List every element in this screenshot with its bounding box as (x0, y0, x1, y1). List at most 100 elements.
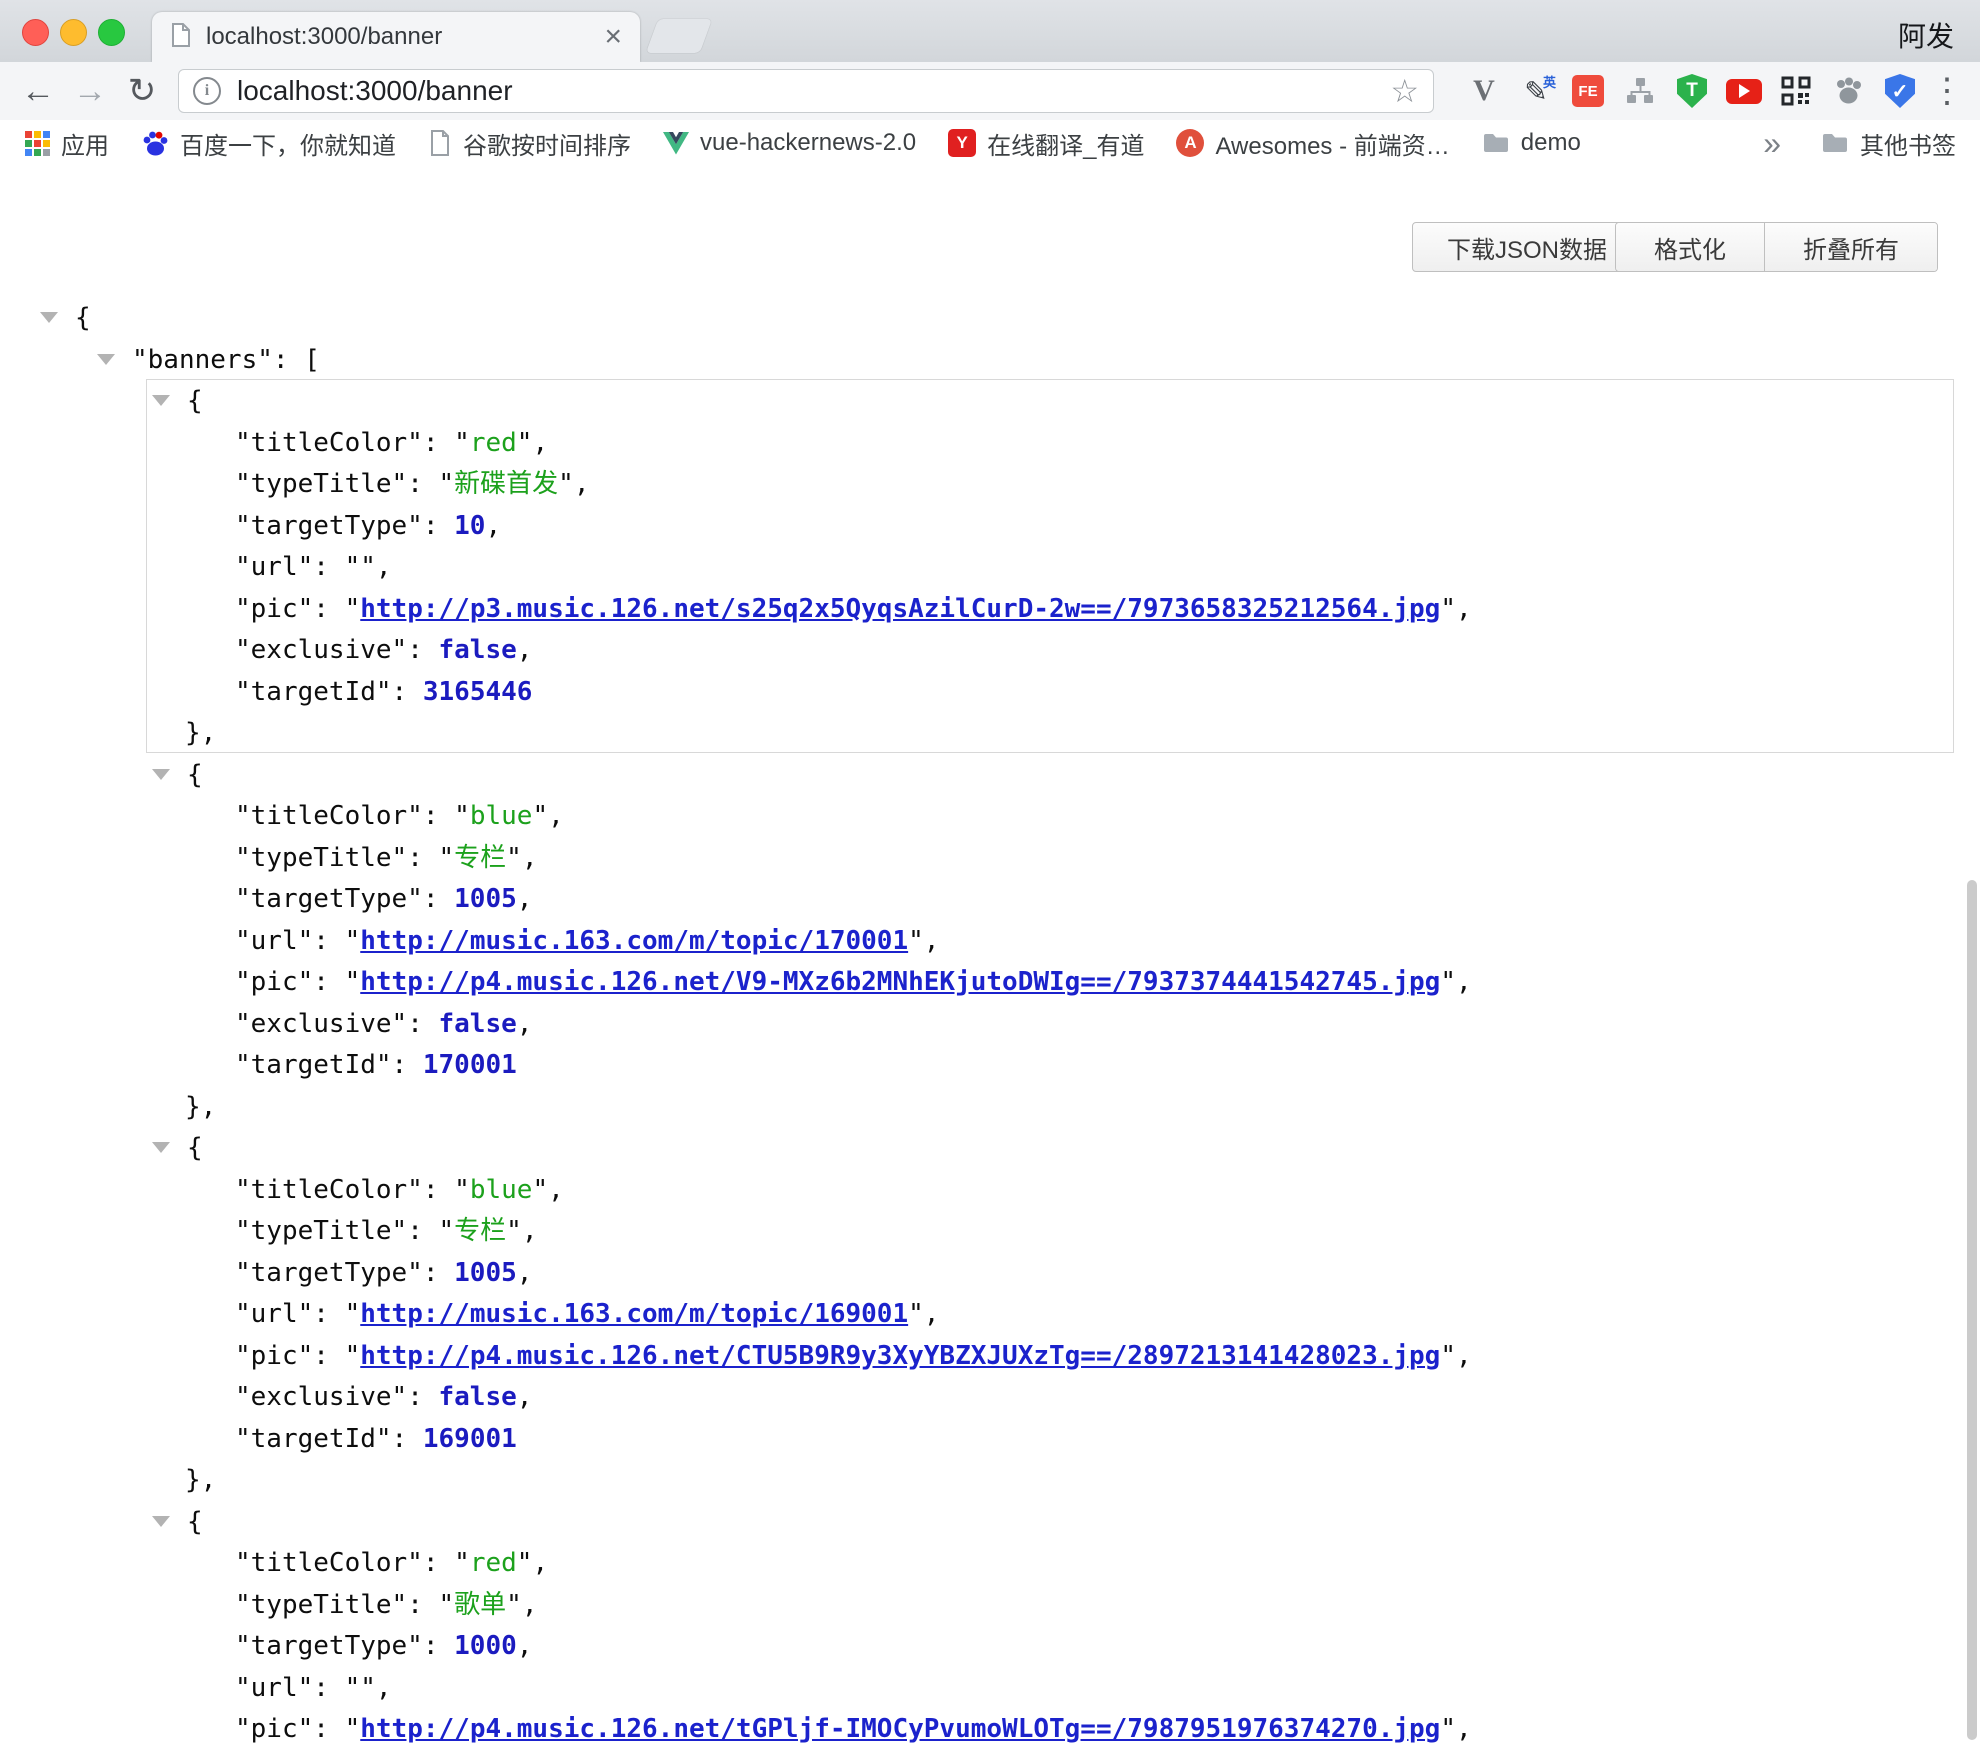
page-content: 下载JSON数据 格式化 折叠所有 {"banners": [{"titleCo… (0, 166, 1980, 1754)
collapse-toggle-icon[interactable] (97, 354, 115, 365)
minimize-window-button[interactable] (60, 19, 87, 46)
bookmark-label: vue-hackernews-2.0 (700, 129, 916, 157)
bookmarks-overflow-icon[interactable]: » (1763, 125, 1781, 162)
play-icon (1739, 84, 1750, 98)
json-property: "typeTitle": "新碟首发", (0, 464, 1980, 506)
json-property: "targetType": 1000, (0, 1626, 1980, 1668)
tab-close-icon[interactable]: × (604, 22, 622, 52)
folder-icon (1482, 131, 1510, 155)
json-property: "url": "", (0, 547, 1980, 589)
json-property: "targetId": 170001 (0, 1045, 1980, 1087)
json-property: "targetId": 169001 (0, 1419, 1980, 1461)
vue-logo-icon (663, 132, 689, 155)
json-property: "titleColor": "red", (0, 423, 1980, 465)
json-object: {"titleColor": "blue","typeTitle": "专栏",… (0, 1128, 1980, 1502)
bookmark-item[interactable]: A Awesomes - 前端资… (1176, 126, 1449, 161)
json-property: "exclusive": false, (0, 1377, 1980, 1419)
json-link[interactable]: http://music.163.com/m/topic/170001 (360, 926, 908, 956)
forward-button[interactable]: → (64, 74, 116, 108)
profile-name: 阿发 (1898, 15, 1954, 55)
bookmark-label: 百度一下，你就知道 (180, 126, 396, 161)
page-icon (170, 22, 192, 53)
browser-tab[interactable]: localhost:3000/banner × (152, 12, 640, 62)
collapse-toggle-icon[interactable] (40, 312, 58, 323)
browser-window: localhost:3000/banner × 阿发 ← → ↻ i local… (0, 0, 1980, 1754)
address-bar[interactable]: i localhost:3000/banner ☆ (178, 69, 1434, 113)
collaboration-extension-icon[interactable] (1622, 72, 1658, 110)
json-object-open: { (0, 755, 1980, 797)
bookmark-favicon: A (1176, 129, 1204, 157)
bookmark-item[interactable]: vue-hackernews-2.0 (663, 129, 916, 157)
bookmark-favicon: Y (948, 129, 976, 157)
folder-icon (1821, 131, 1849, 155)
new-tab-button[interactable] (646, 19, 712, 53)
qr-code-extension-icon[interactable] (1778, 72, 1814, 110)
bookmark-star-icon[interactable]: ☆ (1390, 75, 1419, 107)
bookmark-item[interactable]: Y 在线翻译_有道 (948, 126, 1144, 161)
reload-button[interactable]: ↻ (116, 74, 168, 108)
youtube-extension-icon[interactable] (1726, 72, 1762, 110)
format-button[interactable]: 格式化 (1616, 223, 1764, 271)
shield-check-extension-icon[interactable]: ✓ (1882, 72, 1918, 110)
json-property: "targetId": 3165446 (0, 672, 1980, 714)
apps-label: 应用 (61, 126, 109, 161)
json-property: "titleColor": "blue", (0, 1170, 1980, 1212)
json-object-open: { (0, 1502, 1980, 1544)
collapse-toggle-icon[interactable] (152, 769, 170, 780)
bookmark-item[interactable]: demo (1482, 129, 1581, 157)
apps-grid-icon (24, 130, 50, 156)
json-property: "targetType": 1005, (0, 879, 1980, 921)
fe-extension-icon[interactable]: FE (1570, 72, 1606, 110)
json-viewer: {"banners": [{"titleColor": "red","typeT… (0, 298, 1980, 1754)
scrollbar-thumb[interactable] (1967, 880, 1977, 1740)
json-property: "url": "http://music.163.com/m/topic/170… (0, 921, 1980, 963)
bookmark-item[interactable]: 谷歌按时间排序 (428, 126, 631, 161)
close-window-button[interactable] (22, 19, 49, 46)
bookmark-label: 在线翻译_有道 (987, 126, 1144, 161)
green-shield-extension-icon[interactable]: T (1674, 72, 1710, 110)
json-property: "typeTitle": "歌单", (0, 1585, 1980, 1627)
json-property: "url": "", (0, 1668, 1980, 1710)
other-bookmarks-folder[interactable]: 其他书签 (1821, 126, 1956, 161)
json-property: "pic": "http://p4.music.126.net/V9-MXz6b… (0, 962, 1980, 1004)
json-object: {"titleColor": "red","typeTitle": "歌单","… (0, 1502, 1980, 1754)
extensions-area: V ✎英 FE T ✓ (1466, 62, 1918, 120)
apps-shortcut[interactable]: 应用 (24, 126, 109, 161)
dictionary-extension-icon[interactable]: ✎英 (1518, 72, 1554, 110)
json-link[interactable]: http://music.163.com/m/topic/169001 (360, 1299, 908, 1329)
json-link[interactable]: http://p4.music.126.net/V9-MXz6b2MNhEKju… (360, 967, 1440, 997)
json-property: "targetType": 10, (0, 506, 1980, 548)
url-text[interactable]: localhost:3000/banner (237, 75, 1390, 107)
json-object: {"titleColor": "red","typeTitle": "新碟首发"… (0, 381, 1980, 755)
json-link[interactable]: http://p4.music.126.net/CTU5B9R9y3XyYBZX… (360, 1341, 1440, 1371)
bookmark-label: Awesomes - 前端资… (1215, 126, 1449, 161)
json-property: "typeTitle": "专栏", (0, 1211, 1980, 1253)
json-object-open: { (0, 381, 1980, 423)
json-property: "typeTitle": "专栏", (0, 838, 1980, 880)
format-collapse-group: 格式化 折叠所有 (1615, 222, 1938, 272)
browser-menu-icon[interactable]: ⋮ (1930, 62, 1964, 120)
bookmark-label: 谷歌按时间排序 (463, 126, 631, 161)
traffic-lights (22, 19, 125, 46)
bookmark-item[interactable]: 百度一下，你就知道 (141, 126, 396, 161)
tab-bar: localhost:3000/banner × 阿发 (0, 0, 1980, 62)
json-object-close: }, (0, 1751, 1980, 1754)
json-property: "pic": "http://p4.music.126.net/tGPljf-I… (0, 1709, 1980, 1751)
collapse-toggle-icon[interactable] (152, 395, 170, 406)
collapse-toggle-icon[interactable] (152, 1516, 170, 1527)
json-link[interactable]: http://p3.music.126.net/s25q2x5QyqsAzilC… (360, 594, 1440, 624)
json-object-close: }, (0, 1087, 1980, 1129)
paw-extension-icon[interactable] (1830, 72, 1866, 110)
zoom-window-button[interactable] (98, 19, 125, 46)
json-link[interactable]: http://p4.music.126.net/tGPljf-IMOCyPvum… (360, 1714, 1440, 1744)
json-property: "exclusive": false, (0, 1004, 1980, 1046)
collapse-toggle-icon[interactable] (152, 1142, 170, 1153)
json-property: "pic": "http://p4.music.126.net/CTU5B9R9… (0, 1336, 1980, 1378)
back-button[interactable]: ← (12, 74, 64, 108)
collapse-all-button[interactable]: 折叠所有 (1764, 223, 1937, 271)
vimium-extension-icon[interactable]: V (1466, 72, 1502, 110)
info-icon[interactable]: i (193, 77, 221, 105)
download-json-button[interactable]: 下载JSON数据 (1412, 222, 1642, 272)
other-bookmarks-label: 其他书签 (1860, 126, 1956, 161)
bookmark-label: demo (1521, 129, 1581, 157)
